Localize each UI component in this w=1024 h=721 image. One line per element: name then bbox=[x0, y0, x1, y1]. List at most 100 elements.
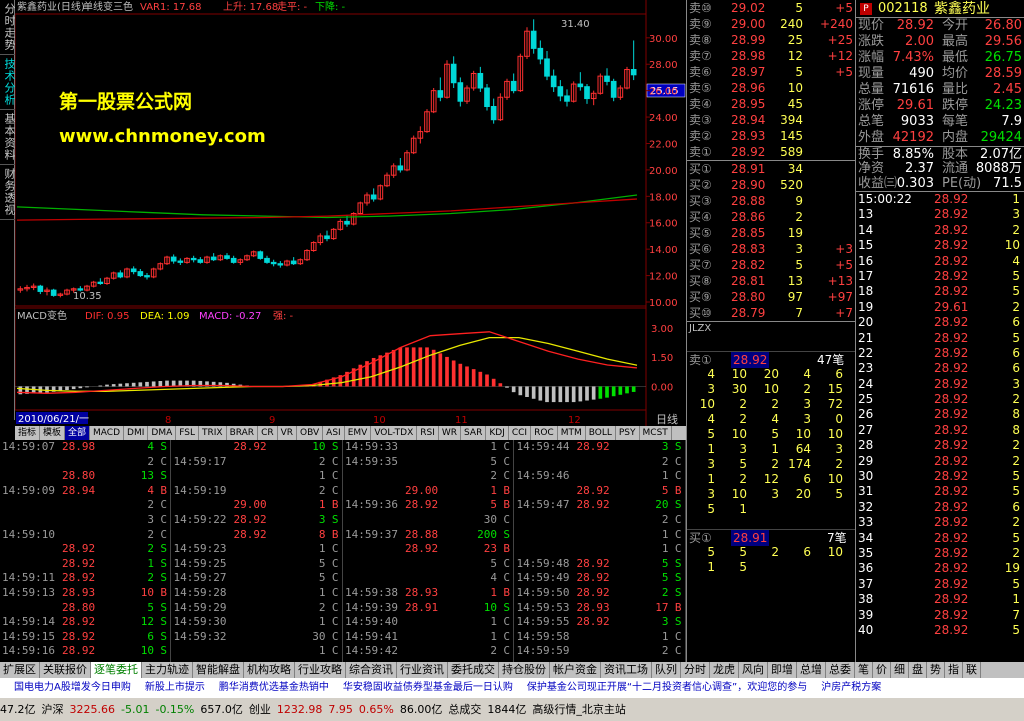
indicator-tab[interactable]: SAR bbox=[461, 426, 487, 440]
tick-flag: C bbox=[503, 440, 510, 453]
trade-time: 32 bbox=[858, 499, 874, 514]
quote-value: 29.61 bbox=[896, 98, 934, 113]
level-volume: 240 bbox=[780, 17, 803, 31]
bottom-tab[interactable]: 主力轨迹 bbox=[142, 662, 193, 678]
bottom-tab[interactable]: 行业攻略 bbox=[295, 662, 346, 678]
news-item[interactable]: 新股上市提示 bbox=[145, 682, 205, 693]
indicator-tab[interactable]: KDJ bbox=[486, 426, 509, 440]
status-item: 总成交 bbox=[448, 703, 482, 716]
indicator-tab[interactable]: 全部 bbox=[65, 426, 91, 440]
indicator-tab[interactable]: RSI bbox=[417, 426, 439, 440]
bottom-tab[interactable]: 机构攻略 bbox=[244, 662, 295, 678]
indicator-tab[interactable]: VR bbox=[278, 426, 298, 440]
indicator-tab[interactable]: 模板 bbox=[40, 426, 66, 440]
indicator-tab[interactable]: VOL-TDX bbox=[371, 426, 418, 440]
bottom-tab[interactable]: 行业资讯 bbox=[397, 662, 448, 678]
trade-price: 28.92 bbox=[934, 576, 969, 591]
indicator-tab[interactable]: MCST bbox=[640, 426, 672, 440]
news-item[interactable]: 保护基金公司现正开展“十二月投资者信心调查”，欢迎您的参与 bbox=[527, 682, 807, 693]
month-tick: 9 bbox=[269, 415, 275, 426]
news-item[interactable]: 沪房产税方案 bbox=[821, 682, 881, 693]
indicator-tab[interactable]: PSY bbox=[616, 426, 640, 440]
tick-price: 28.92 bbox=[62, 644, 96, 658]
quote-value: 29.56 bbox=[984, 34, 1022, 49]
tab-technical[interactable]: 技术分析 bbox=[0, 55, 16, 110]
tick-price: 28.92 bbox=[405, 542, 439, 556]
queue-cell: 10 bbox=[731, 427, 747, 441]
tick-price: 28.80 bbox=[62, 600, 96, 614]
indicator-tab[interactable]: DMA bbox=[148, 426, 177, 440]
indicator-tab[interactable]: CR bbox=[258, 426, 278, 440]
news-item[interactable]: 国电电力A股增发今日申购 bbox=[14, 682, 131, 693]
bottom-tab[interactable]: 指 bbox=[945, 662, 963, 678]
trade-time: 14 bbox=[858, 222, 874, 237]
bottom-tab[interactable]: 风向 bbox=[739, 662, 768, 678]
bottom-tab[interactable]: 综合资讯 bbox=[346, 662, 397, 678]
trade-row: 37 28.92 5 bbox=[856, 577, 1024, 592]
trade-time: 22 bbox=[858, 345, 874, 360]
candle-body bbox=[197, 259, 204, 263]
tick-price: 28.92 bbox=[576, 585, 610, 599]
indicator-tab[interactable]: BRAR bbox=[227, 426, 259, 440]
indicator-tab[interactable]: TRIX bbox=[199, 426, 227, 440]
bottom-tab[interactable]: 盘 bbox=[909, 662, 927, 678]
indicator-tab[interactable]: CCI bbox=[509, 426, 532, 440]
indicator-tab[interactable]: MTM bbox=[558, 426, 586, 440]
bottom-tab[interactable]: 细 bbox=[891, 662, 909, 678]
bottom-tab[interactable]: 笔 bbox=[855, 662, 873, 678]
news-item[interactable]: 鹏华消费优选基金热销中 bbox=[219, 682, 329, 693]
bottom-tab[interactable]: 龙虎 bbox=[710, 662, 739, 678]
indicator-tab[interactable]: EMV bbox=[345, 426, 372, 440]
bottom-tab[interactable]: 联 bbox=[963, 662, 981, 678]
candle-body bbox=[484, 87, 490, 108]
indicator-tab[interactable]: ROC bbox=[531, 426, 558, 440]
bottom-tab[interactable]: 持仓股份 bbox=[499, 662, 550, 678]
bottom-tab[interactable]: 即增 bbox=[768, 662, 797, 678]
kline-chart[interactable]: 紫鑫药业(日线) 单线变三色 VAR1: 17.68 上升: 17.68 走平:… bbox=[15, 0, 686, 426]
bottom-tab[interactable]: 总增 bbox=[797, 662, 826, 678]
tick-flag: S bbox=[503, 600, 510, 614]
bottom-tab[interactable]: 关联报价 bbox=[40, 662, 91, 678]
news-item[interactable]: 华安稳固收益债券型基金最后一日认购 bbox=[343, 682, 513, 693]
queue-cell: 1 bbox=[707, 442, 715, 456]
indicator-tab[interactable]: 指标 bbox=[15, 426, 41, 440]
indicator-tab[interactable]: WR bbox=[439, 426, 462, 440]
queue-cell: 3 bbox=[803, 412, 811, 426]
bottom-tab[interactable]: 逐笔委托 bbox=[91, 662, 142, 678]
trade-price: 28.92 bbox=[934, 253, 969, 268]
tab-profile[interactable]: 基本资料 bbox=[0, 110, 16, 165]
indicator-tab[interactable]: MACD bbox=[90, 426, 125, 440]
tick-time: 14:59:19 bbox=[173, 483, 227, 497]
period-label[interactable]: 日线 bbox=[656, 412, 678, 426]
tick-row: 14:59:59 2 C bbox=[515, 644, 685, 659]
tick-vol: 5 bbox=[147, 600, 154, 614]
indicator-tab[interactable]: FSL bbox=[176, 426, 199, 440]
indicator-tab[interactable]: ASI bbox=[323, 426, 345, 440]
tick-column: 14:59:07 28.98 4 S 2 C 28.80 13 S 14:59:09 28.94 4 B… bbox=[0, 440, 171, 662]
bottom-tab[interactable]: 委托成交 bbox=[448, 662, 499, 678]
bottom-tab[interactable]: 价 bbox=[873, 662, 891, 678]
tick-price: 28.92 bbox=[576, 571, 610, 585]
bottom-tab[interactable]: 势 bbox=[927, 662, 945, 678]
month-tick: 11 bbox=[455, 415, 468, 426]
indicator-tab[interactable]: DMI bbox=[124, 426, 149, 440]
indicator-tab[interactable]: BOLL bbox=[586, 426, 616, 440]
tab-finance[interactable]: 财务透视 bbox=[0, 165, 16, 220]
bottom-tab[interactable]: 智能解盘 bbox=[193, 662, 244, 678]
indicator-tab[interactable]: OBV bbox=[297, 426, 324, 440]
tick-price: 28.98 bbox=[62, 440, 96, 453]
bottom-tab[interactable]: 扩展区 bbox=[0, 662, 40, 678]
tick-vol: 3 bbox=[661, 615, 669, 629]
bottom-tab[interactable]: 帐户资金 bbox=[550, 662, 601, 678]
trade-price: 28.92 bbox=[934, 607, 969, 622]
bottom-tab[interactable]: 资讯工场 bbox=[601, 662, 652, 678]
level-price: 28.85 bbox=[731, 226, 766, 240]
bottom-tab[interactable]: 分时 bbox=[681, 662, 710, 678]
macd-value: MACD: -0.27 bbox=[199, 311, 261, 322]
tab-intraday[interactable]: 分时走势 bbox=[0, 0, 16, 55]
bottom-tab[interactable]: 队列 bbox=[652, 662, 681, 678]
bottom-tab[interactable]: 总委 bbox=[826, 662, 855, 678]
tick-vol: 4 bbox=[490, 571, 497, 585]
price-axis-label: 10.00 bbox=[649, 298, 678, 309]
level-volume: 5 bbox=[795, 258, 803, 272]
